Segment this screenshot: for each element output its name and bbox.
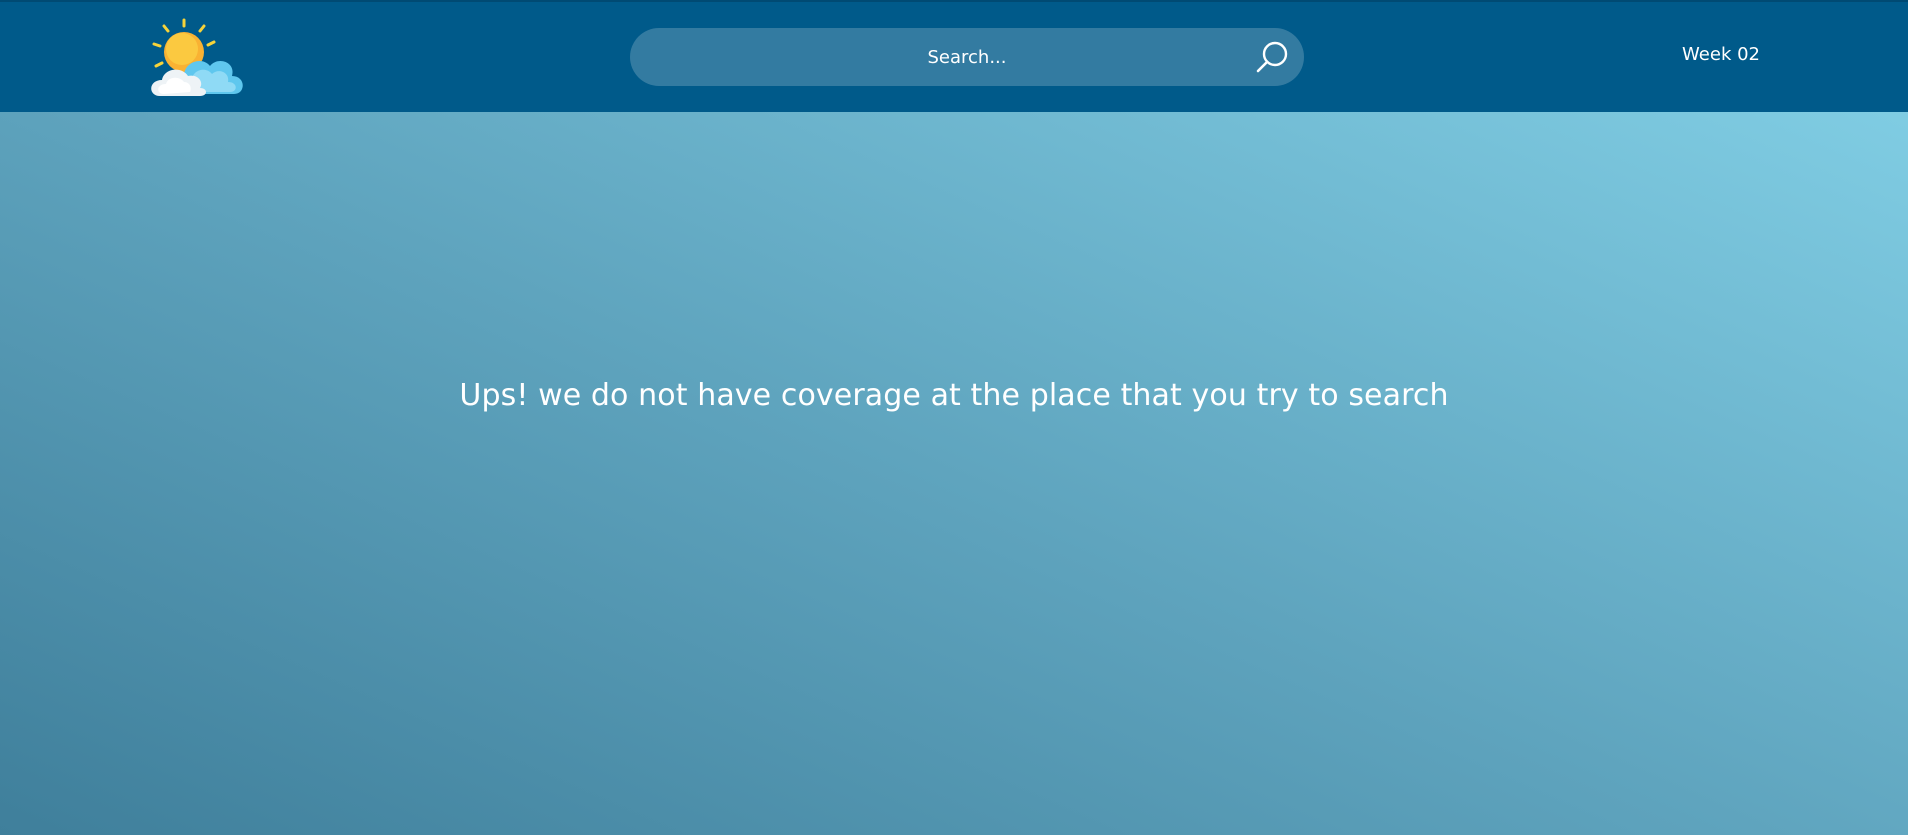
no-coverage-message: Ups! we do not have coverage at the plac… xyxy=(459,378,1449,413)
search-icon xyxy=(1256,41,1288,73)
sun-behind-cloud-icon xyxy=(151,18,243,96)
week-label: Week 02 xyxy=(1682,44,1760,65)
top-bar: Week 02 xyxy=(0,0,1908,112)
search-input[interactable] xyxy=(685,36,1249,78)
search-button[interactable] xyxy=(1252,37,1292,77)
weather-logo[interactable] xyxy=(142,16,250,100)
search-bar xyxy=(630,28,1304,86)
